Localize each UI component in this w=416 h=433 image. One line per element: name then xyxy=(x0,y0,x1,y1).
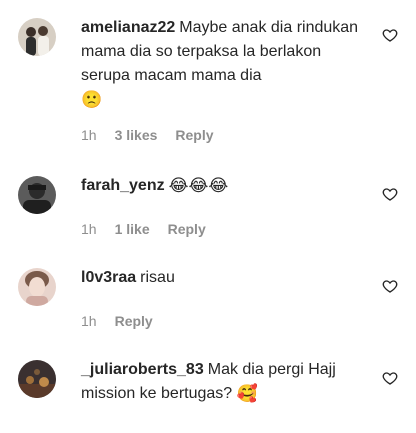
comment-time[interactable]: 1h xyxy=(81,126,97,144)
comment-meta: 1h Reply xyxy=(81,312,153,330)
comment-time[interactable]: 1h xyxy=(81,220,97,238)
reply-button[interactable]: Reply xyxy=(168,220,206,238)
heart-outline-icon[interactable] xyxy=(382,370,398,386)
comment-username[interactable]: amelianaz22 xyxy=(81,19,175,36)
reply-button[interactable]: Reply xyxy=(175,126,213,144)
comment-username[interactable]: _juliaroberts_83 xyxy=(81,361,204,378)
comment-meta: 1h 3 likes Reply xyxy=(81,126,214,144)
comment-item: _juliaroberts_83 Mak dia pergi Hajj missi… xyxy=(0,334,416,433)
comment-body: amelianaz22 Maybe anak dia rindukan mama … xyxy=(81,16,371,112)
comment-body: _juliaroberts_83 Mak dia pergi Hajj missi… xyxy=(81,358,371,406)
heart-outline-icon[interactable] xyxy=(382,278,398,294)
comment-username[interactable]: farah_yenz xyxy=(81,177,165,194)
comment-item: amelianaz22 Maybe anak dia rindukan mama … xyxy=(0,0,416,150)
comment-time[interactable]: 1h xyxy=(81,312,97,330)
comment-body: l0v3raa risau xyxy=(81,266,371,290)
avatar-image xyxy=(18,176,56,214)
comment-body: farah_yenz 😂😂😂 xyxy=(81,174,371,198)
avatar[interactable] xyxy=(18,360,56,398)
avatar-image xyxy=(18,18,56,56)
comment-emoji: 🥰 xyxy=(236,384,258,403)
heart-outline-icon[interactable] xyxy=(382,186,398,202)
avatar[interactable] xyxy=(18,176,56,214)
comment-text: risau xyxy=(140,269,175,286)
comment-likes[interactable]: 3 likes xyxy=(115,126,158,144)
heart-outline-icon[interactable] xyxy=(382,27,398,43)
comment-username[interactable]: l0v3raa xyxy=(81,269,136,286)
comment-item: farah_yenz 😂😂😂 1h 1 like Reply xyxy=(0,150,416,242)
comment-likes[interactable]: 1 like xyxy=(115,220,150,238)
comment-item: l0v3raa risau 1h Reply xyxy=(0,242,416,334)
avatar[interactable] xyxy=(18,268,56,306)
avatar-image xyxy=(18,268,56,306)
avatar-image xyxy=(18,360,56,398)
comment-emoji: 🙁 xyxy=(81,90,103,109)
reply-button[interactable]: Reply xyxy=(115,312,153,330)
comment-emoji: 😂😂😂 xyxy=(168,176,229,195)
avatar[interactable] xyxy=(18,18,56,56)
comment-meta: 1h 1 like Reply xyxy=(81,220,206,238)
